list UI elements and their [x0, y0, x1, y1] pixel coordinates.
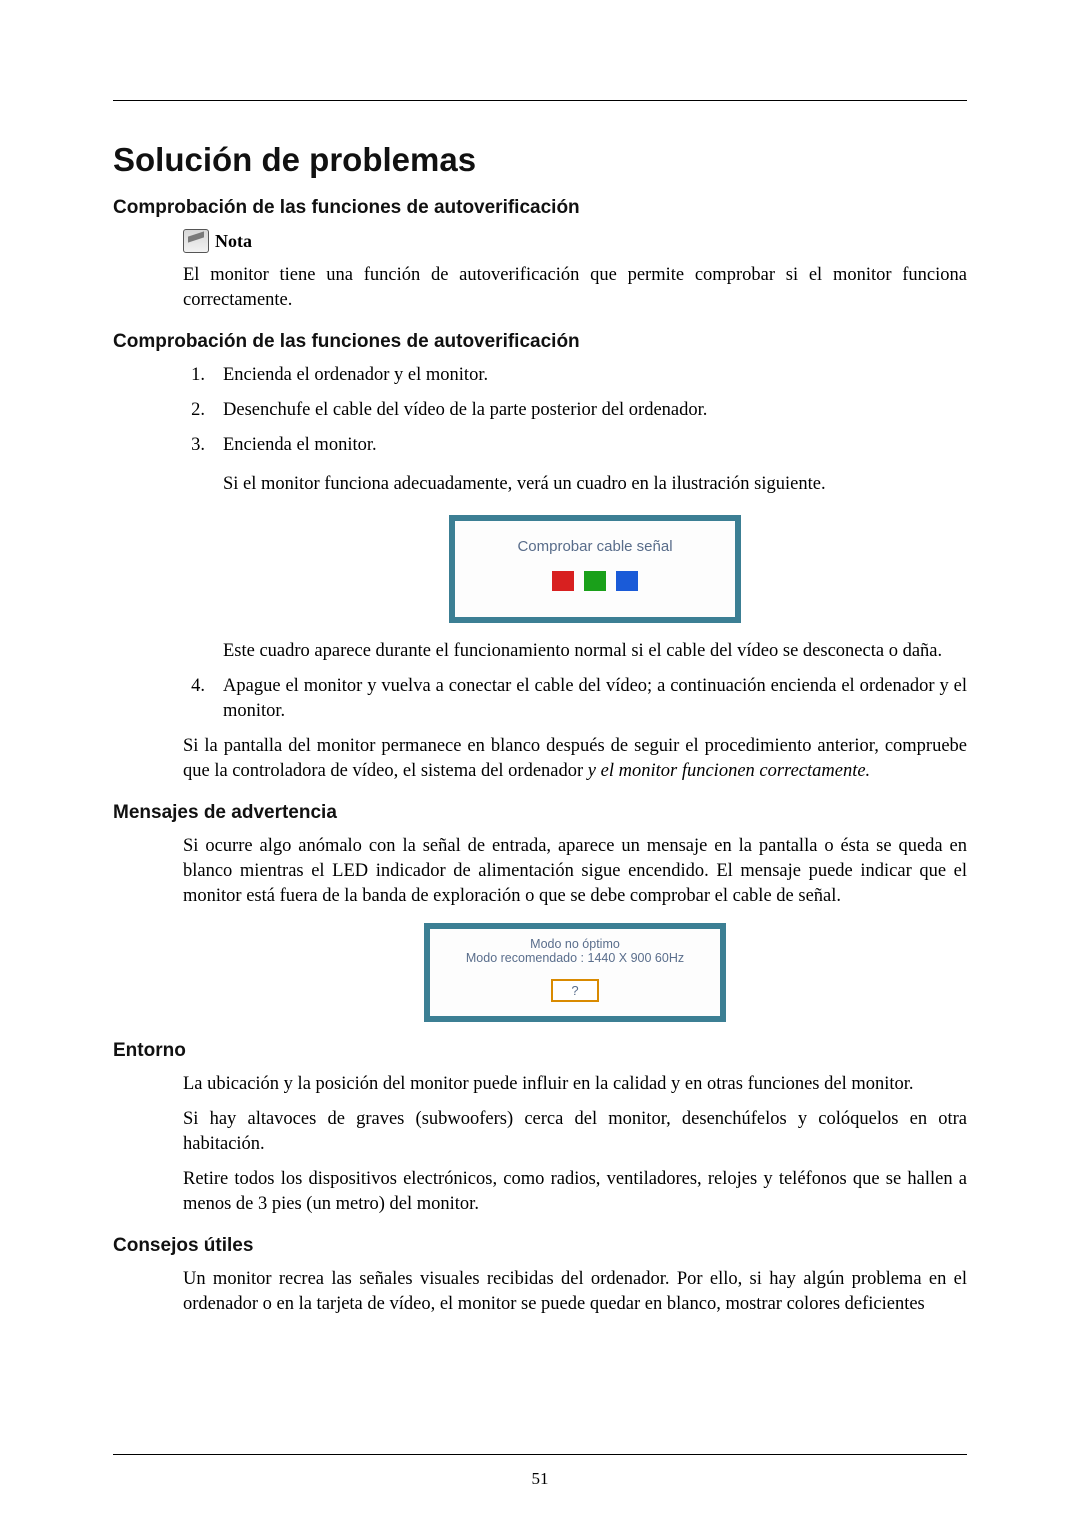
step-number: 2.: [183, 398, 205, 423]
step-text: Encienda el monitor. Si el monitor funci…: [223, 433, 967, 664]
check-cable-dialog-inner: Comprobar cable señal: [455, 521, 735, 617]
post-steps-text-italic: y el monitor funcionen correctamente.: [588, 761, 870, 781]
note-row: Nota: [183, 229, 967, 253]
page-number: 51: [0, 1469, 1080, 1489]
step-number: 1.: [183, 363, 205, 388]
step-4: 4. Apague el monitor y vuelva a conectar…: [183, 674, 967, 724]
entorno-p1: La ubicación y la posición del monitor p…: [183, 1072, 967, 1097]
consejos-p1: Un monitor recrea las señales visuales r…: [183, 1267, 967, 1317]
dialog-line-2: Modo recomendado : 1440 X 900 60Hz: [440, 951, 710, 965]
bottom-rule: [113, 1454, 967, 1455]
step-2: 2. Desenchufe el cable del vídeo de la p…: [183, 398, 967, 423]
ordered-steps: 1. Encienda el ordenador y el monitor. 2…: [183, 363, 967, 724]
step-text: Desenchufe el cable del vídeo de la part…: [223, 398, 967, 423]
step-text: Apague el monitor y vuelva a conectar el…: [223, 674, 967, 724]
mensajes-text: Si ocurre algo anómalo con la señal de e…: [183, 834, 967, 909]
section-heading-autoverificacion-intro: Comprobación de las funciones de autover…: [113, 197, 967, 219]
document-page: Solución de problemas Comprobación de la…: [0, 0, 1080, 1527]
step-number: 3.: [183, 433, 205, 664]
step-1: 1. Encienda el ordenador y el monitor.: [183, 363, 967, 388]
check-cable-dialog-text: Comprobar cable señal: [465, 537, 725, 557]
step-subtext: Si el monitor funciona adecuadamente, ve…: [223, 472, 967, 497]
page-title: Solución de problemas: [113, 141, 967, 179]
note-label: Nota: [215, 231, 252, 252]
note-block: Nota El monitor tiene una función de aut…: [183, 229, 967, 313]
top-rule: [113, 100, 967, 101]
section-heading-mensajes: Mensajes de advertencia: [113, 802, 967, 824]
step-subtext: Este cuadro aparece durante el funcionam…: [223, 639, 967, 664]
step-text-line: Encienda el monitor.: [223, 435, 377, 455]
entorno-block: La ubicación y la posición del monitor p…: [183, 1072, 967, 1217]
consejos-block: Un monitor recrea las señales visuales r…: [183, 1267, 967, 1317]
blue-square-icon: [616, 571, 638, 591]
entorno-p2: Si hay altavoces de graves (subwoofers) …: [183, 1107, 967, 1157]
section-heading-consejos: Consejos útiles: [113, 1235, 967, 1257]
step-3: 3. Encienda el monitor. Si el monitor fu…: [183, 433, 967, 664]
section-heading-autoverificacion-steps: Comprobación de las funciones de autover…: [113, 331, 967, 353]
check-cable-dialog: Comprobar cable señal: [449, 515, 741, 623]
section-heading-entorno: Entorno: [113, 1040, 967, 1062]
entorno-p3: Retire todos los dispositivos electrónic…: [183, 1167, 967, 1217]
dialog-line-1: Modo no óptimo: [440, 937, 710, 951]
dialog-help-button: ?: [551, 979, 598, 1002]
rgb-indicator-row: [465, 571, 725, 591]
mode-not-optimal-dialog-inner: Modo no óptimo Modo recomendado : 1440 X…: [430, 929, 720, 1016]
post-steps-paragraph: Si la pantalla del monitor permanece en …: [183, 734, 967, 784]
step-text: Encienda el ordenador y el monitor.: [223, 363, 967, 388]
mensajes-block: Si ocurre algo anómalo con la señal de e…: [183, 834, 967, 1022]
note-text: El monitor tiene una función de autoveri…: [183, 263, 967, 313]
step-number: 4.: [183, 674, 205, 724]
green-square-icon: [584, 571, 606, 591]
note-icon: [183, 229, 209, 253]
steps-block: 1. Encienda el ordenador y el monitor. 2…: [183, 363, 967, 784]
mode-not-optimal-dialog: Modo no óptimo Modo recomendado : 1440 X…: [424, 923, 726, 1022]
red-square-icon: [552, 571, 574, 591]
